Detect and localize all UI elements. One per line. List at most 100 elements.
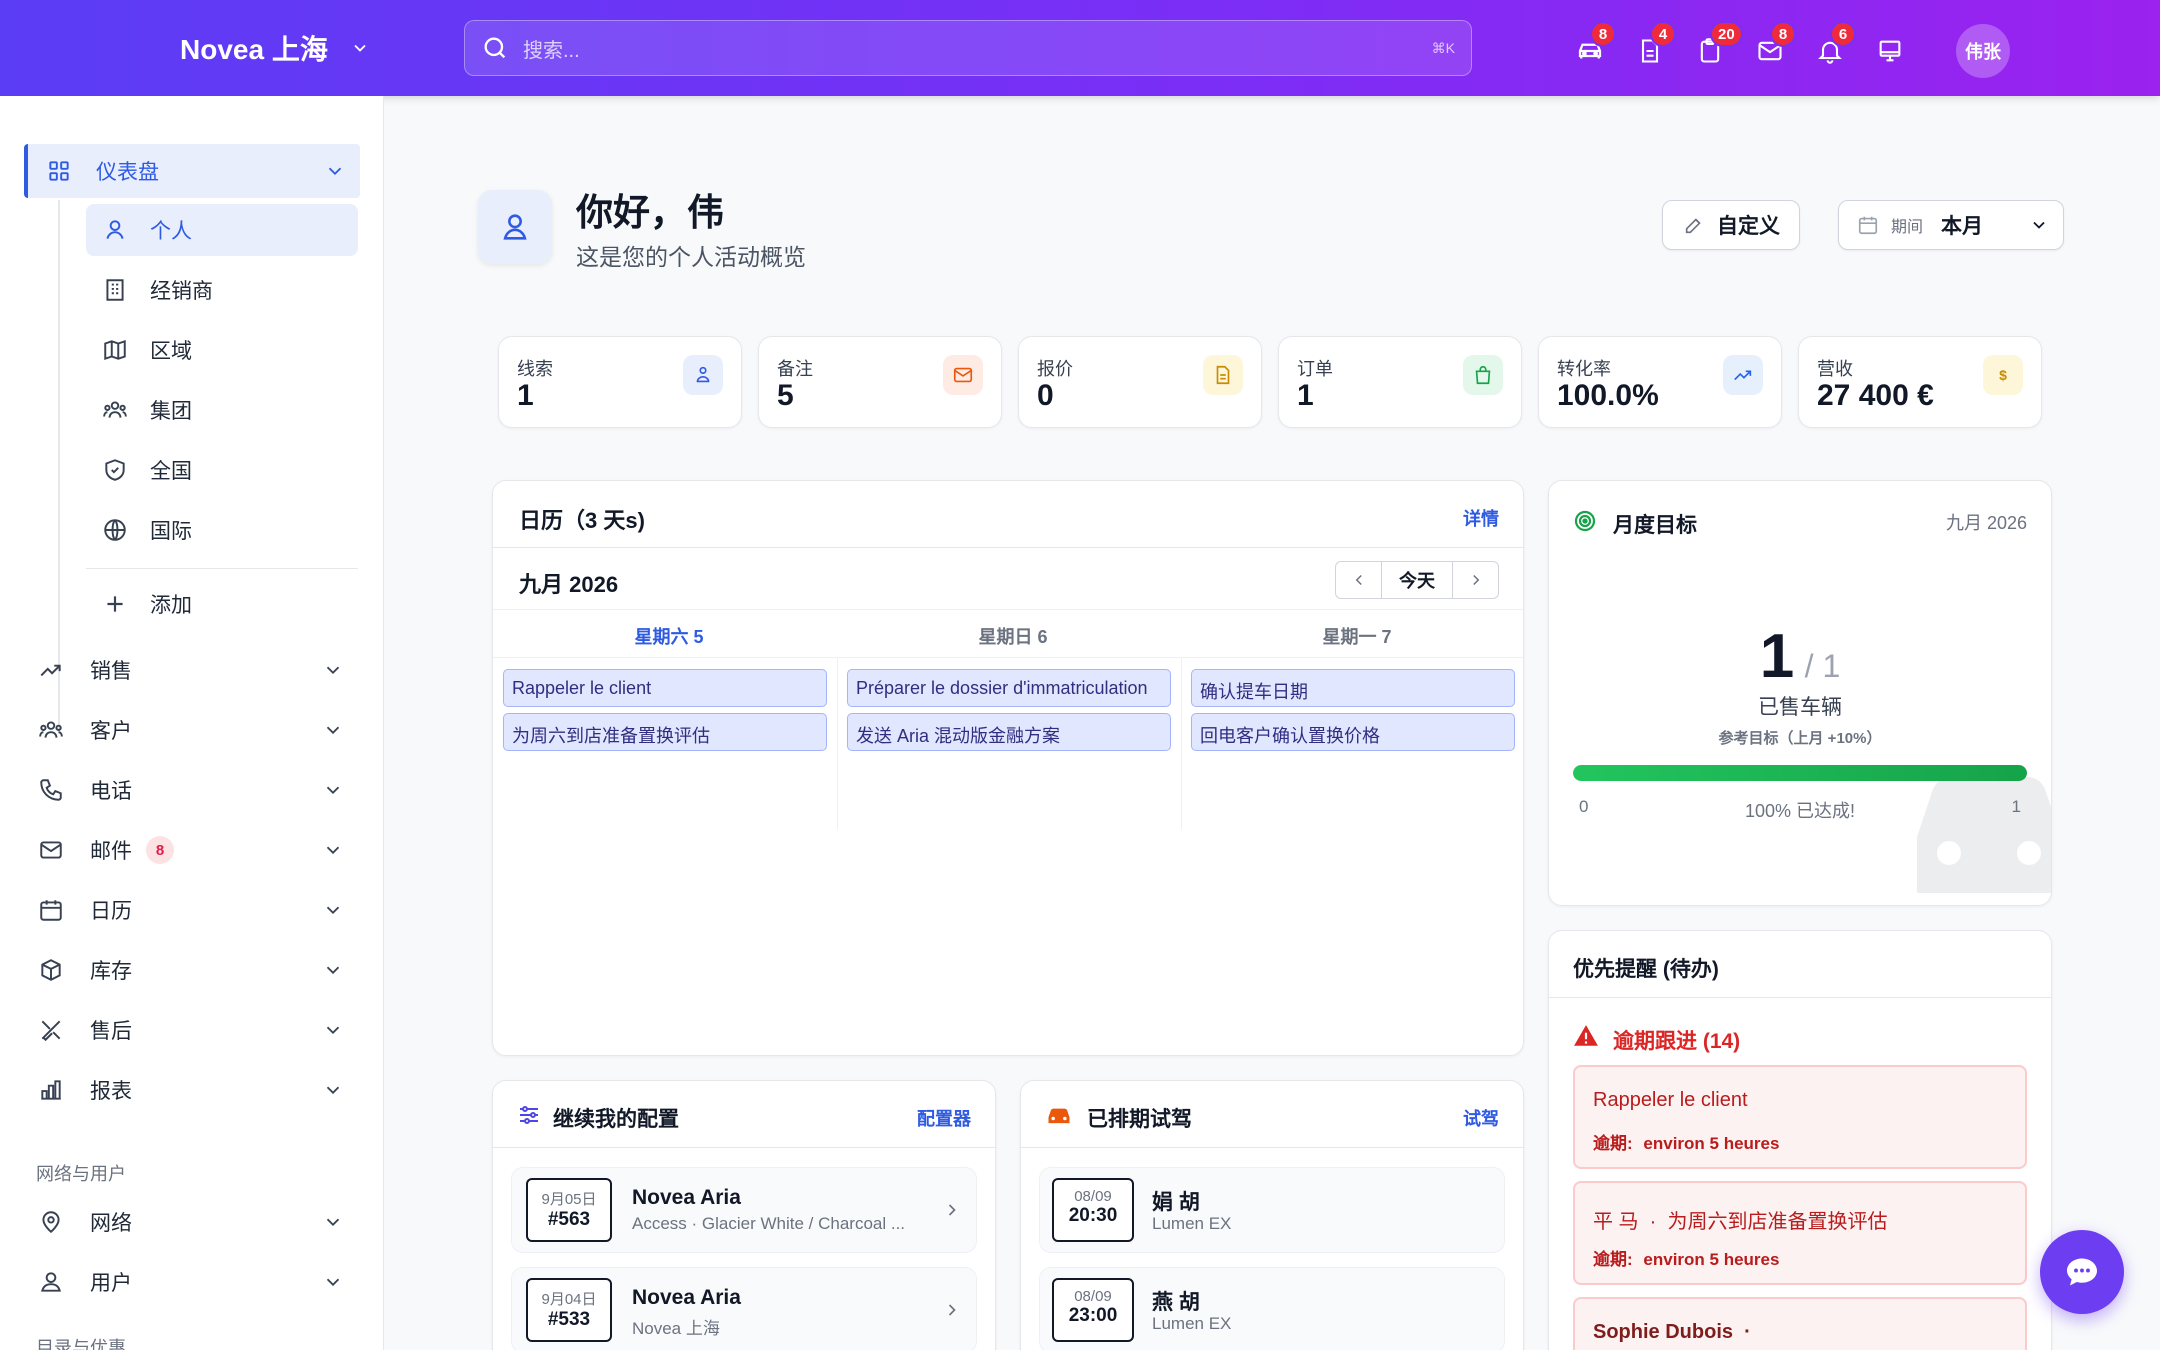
kpi-value: 0 bbox=[1037, 379, 1054, 412]
bar-chart-icon bbox=[41, 1080, 61, 1100]
kpi-orders[interactable]: 订单 1 bbox=[1278, 336, 1522, 428]
chat-button[interactable] bbox=[2040, 1230, 2124, 1314]
period-select[interactable]: 期间 本月 bbox=[1838, 200, 2064, 250]
car-notifications-button[interactable]: 8 bbox=[1572, 21, 1616, 75]
brand-switcher[interactable]: Novea 上海 bbox=[180, 28, 370, 68]
test-drive-item[interactable]: 08/09 20:30 娟 胡 Lumen EX bbox=[1039, 1167, 1505, 1253]
sidebar-sub-personal[interactable]: 个人 bbox=[86, 204, 358, 256]
plus-icon bbox=[107, 596, 123, 612]
sliders-icon bbox=[520, 1106, 538, 1124]
calendar-event[interactable]: 发送 Aria 混动版金融方案 bbox=[847, 713, 1171, 751]
sidebar-sub-group[interactable]: 集团 bbox=[86, 384, 358, 436]
test-drives-link[interactable]: 试驾 bbox=[1463, 1105, 1499, 1131]
page-header-icon bbox=[478, 190, 552, 264]
config-item[interactable]: 9月05日 #563 Novea Aria Access · Glacier W… bbox=[511, 1167, 977, 1253]
kpi-value: 27 400 € bbox=[1817, 379, 1934, 412]
clipboard-badge: 20 bbox=[1710, 21, 1743, 47]
calendar-details-link[interactable]: 详情 bbox=[1463, 505, 1499, 531]
sidebar-sub-national[interactable]: 全国 bbox=[86, 444, 358, 496]
chevron-down-icon bbox=[326, 1218, 340, 1227]
sidebar-item-phone[interactable]: 电话 bbox=[24, 762, 360, 818]
goal-status: 100% 已达成! bbox=[1744, 801, 1856, 821]
sidebar-item-sales[interactable]: 销售 bbox=[24, 642, 360, 698]
chevron-down-icon bbox=[326, 786, 340, 795]
calendar-event[interactable]: 为周六到店准备置换评估 bbox=[503, 713, 827, 751]
kpi-notes[interactable]: 备注 5 bbox=[758, 336, 1002, 428]
calendar-card: 日历（3 天s) 详情 九月 2026 今天 星期六 5 星期日 6 星期一 7… bbox=[492, 480, 1524, 1056]
notifications-button[interactable]: 6 bbox=[1812, 21, 1856, 75]
calendar-event[interactable]: 确认提车日期 bbox=[1191, 669, 1515, 707]
kpi-revenue[interactable]: 营收 27 400 € $ bbox=[1798, 336, 2042, 428]
globe-icon bbox=[104, 519, 126, 541]
sidebar: 仪表盘 个人 经销商 区域 集团 全国 国际 添加 销售 客户 电话 邮件 8 … bbox=[0, 96, 384, 1350]
divider bbox=[493, 657, 1523, 658]
documents-button[interactable]: 4 bbox=[1632, 21, 1676, 75]
chevron-down-icon bbox=[326, 726, 340, 735]
sidebar-item-inventory[interactable]: 库存 bbox=[24, 942, 360, 998]
display-button[interactable] bbox=[1872, 27, 1908, 75]
user-avatar[interactable]: 伟张 bbox=[1956, 24, 2010, 78]
test-drive-time: 20:30 bbox=[1068, 1205, 1118, 1226]
goal-target: / 1 bbox=[1804, 648, 1841, 684]
reminder-item[interactable]: Rappeler le client 逾期: environ 5 heures bbox=[1573, 1065, 2027, 1169]
phone-icon bbox=[40, 779, 62, 801]
document-badge: 4 bbox=[1650, 21, 1676, 47]
chevron-down-icon bbox=[326, 846, 340, 855]
users-group-icon bbox=[103, 401, 127, 418]
user-icon bbox=[503, 214, 527, 240]
chevron-down-icon bbox=[326, 666, 340, 675]
day-header[interactable]: 星期一 7 bbox=[1189, 623, 1525, 649]
config-item[interactable]: 9月04日 #533 Novea Aria Novea 上海 bbox=[511, 1267, 977, 1350]
sidebar-item-label: 用户 bbox=[90, 1272, 132, 1295]
goal-current: 1 bbox=[1759, 622, 1795, 691]
reminder-item[interactable]: Sophie Dubois · bbox=[1573, 1297, 2027, 1350]
search-input[interactable]: 搜索... ⌘K bbox=[464, 20, 1472, 76]
day-header[interactable]: 星期六 5 bbox=[501, 623, 837, 649]
sidebar-sub-add[interactable]: 添加 bbox=[86, 578, 358, 630]
sidebar-item-aftersales[interactable]: 售后 bbox=[24, 1002, 360, 1058]
prev-button[interactable] bbox=[1336, 562, 1382, 598]
calendar-event[interactable]: 回电客户确认置换价格 bbox=[1191, 713, 1515, 751]
shopping-bag-icon bbox=[1475, 365, 1491, 385]
sidebar-item-mail[interactable]: 邮件 8 bbox=[24, 822, 360, 878]
bell-badge: 6 bbox=[1830, 21, 1856, 47]
sidebar-item-label: 日历 bbox=[90, 900, 132, 923]
sidebar-item-label: 报表 bbox=[90, 1080, 132, 1103]
goal-progress-fill bbox=[1573, 765, 2027, 781]
config-desc: Access · Glacier White / Charcoal ... bbox=[632, 1214, 906, 1233]
sidebar-item-calendar[interactable]: 日历 bbox=[24, 882, 360, 938]
sidebar-sub-international[interactable]: 国际 bbox=[86, 504, 358, 556]
divider bbox=[493, 1147, 995, 1148]
sidebar-item-network[interactable]: 网络 bbox=[24, 1194, 360, 1250]
sidebar-sub-dealer[interactable]: 经销商 bbox=[86, 264, 358, 316]
today-button[interactable]: 今天 bbox=[1382, 562, 1452, 598]
sidebar-item-users[interactable]: 用户 bbox=[24, 1254, 360, 1310]
tasks-button[interactable]: 20 bbox=[1692, 21, 1743, 75]
reminder-item[interactable]: 平 马 · 为周六到店准备置换评估 逾期: environ 5 heures bbox=[1573, 1181, 2027, 1285]
sidebar-item-reports[interactable]: 报表 bbox=[24, 1062, 360, 1118]
target-icon bbox=[1574, 510, 1596, 532]
kpi-conversion[interactable]: 转化率 100.0% bbox=[1538, 336, 1782, 428]
customize-button[interactable]: 自定义 bbox=[1662, 200, 1800, 250]
building-icon bbox=[106, 279, 124, 301]
calendar-event[interactable]: Préparer le dossier d'immatriculation bbox=[847, 669, 1171, 707]
test-drive-name: 燕 胡 bbox=[1152, 1291, 1200, 1314]
next-button[interactable] bbox=[1452, 562, 1498, 598]
due-label: 逾期: bbox=[1593, 1134, 1633, 1153]
divider bbox=[1549, 997, 2051, 998]
configurator-link[interactable]: 配置器 bbox=[917, 1105, 971, 1131]
calendar-event[interactable]: Rappeler le client bbox=[503, 669, 827, 707]
divider bbox=[86, 568, 358, 569]
sidebar-item-dashboard[interactable]: 仪表盘 bbox=[24, 144, 360, 198]
test-drive-model: Lumen EX bbox=[1152, 1214, 1232, 1233]
sidebar-item-customers[interactable]: 客户 bbox=[24, 702, 360, 758]
section-label-network: 网络与用户 bbox=[36, 1164, 126, 1184]
day-header[interactable]: 星期日 6 bbox=[845, 623, 1181, 649]
calendar-month: 九月 2026 bbox=[519, 572, 619, 597]
mail-button[interactable]: 8 bbox=[1752, 21, 1796, 75]
search-placeholder: 搜索... bbox=[523, 39, 580, 62]
sidebar-sub-region[interactable]: 区域 bbox=[86, 324, 358, 376]
kpi-quotes[interactable]: 报价 0 bbox=[1018, 336, 1262, 428]
test-drive-item[interactable]: 08/09 23:00 燕 胡 Lumen EX bbox=[1039, 1267, 1505, 1350]
kpi-leads[interactable]: 线索 1 bbox=[498, 336, 742, 428]
